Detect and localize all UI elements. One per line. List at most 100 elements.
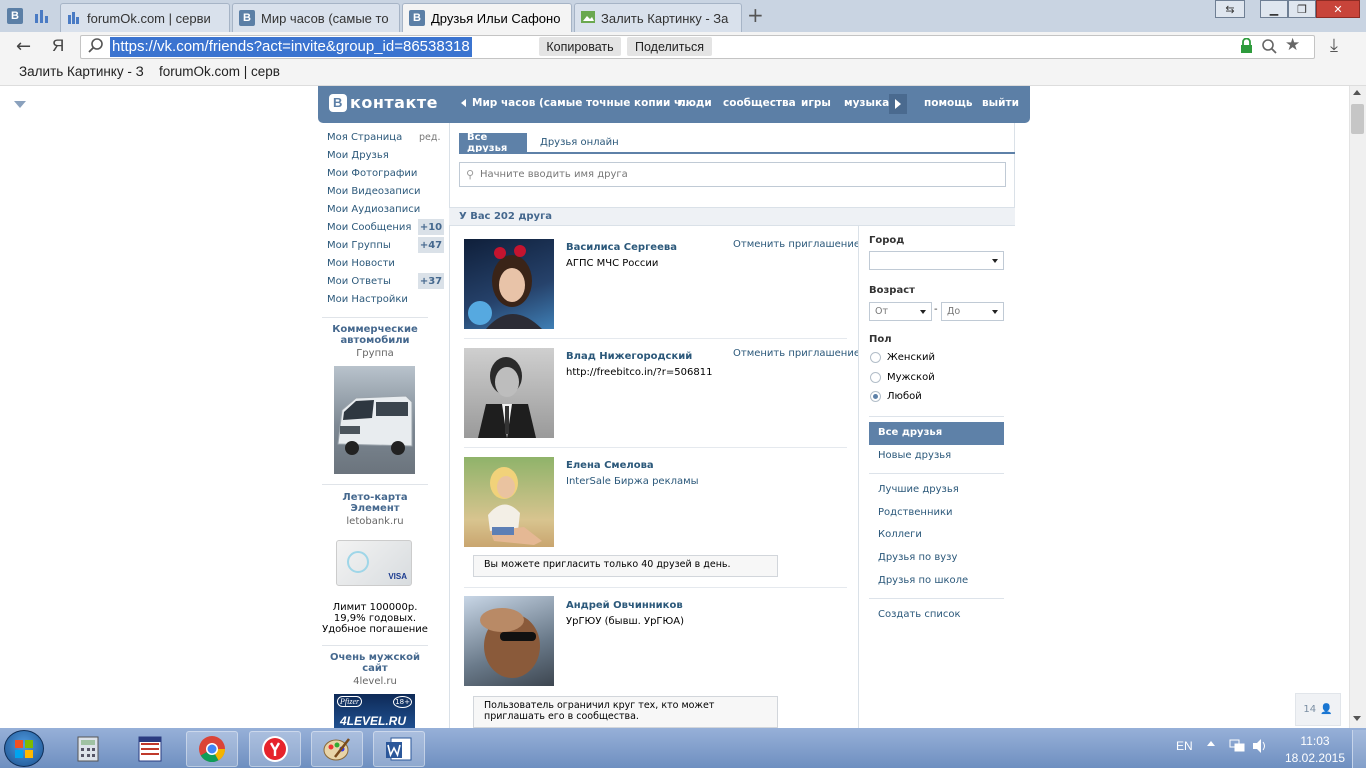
ad-4level-banner[interactable]: Pfizer 18+ 4LEVEL.RU: [334, 694, 415, 728]
menu-my-page[interactable]: Моя Страница: [327, 132, 402, 143]
list-new-friends[interactable]: Новые друзья: [878, 450, 951, 461]
scrollbar-thumb[interactable]: [1351, 104, 1364, 134]
menu-my-groups[interactable]: Мои Группы: [327, 240, 391, 251]
download-icon[interactable]: ⤓: [1330, 35, 1338, 56]
tab-upload-image[interactable]: Залить Картинку - За: [574, 3, 742, 32]
nav-music[interactable]: музыка: [844, 97, 889, 109]
taskbar-word[interactable]: [373, 731, 425, 767]
cancel-invite-link[interactable]: Отменить приглашение: [733, 239, 860, 250]
friend-name[interactable]: Влад Нижегородский: [566, 351, 692, 362]
friend-photo[interactable]: [464, 348, 554, 438]
menu-my-answers[interactable]: Мои Ответы: [327, 276, 391, 287]
radio-any-label[interactable]: Любой: [887, 391, 922, 402]
vk-logo[interactable]: В контакте: [329, 93, 438, 112]
radio-female[interactable]: [870, 352, 881, 363]
age-to-select[interactable]: До: [941, 302, 1004, 321]
nav-communities[interactable]: сообщества: [723, 97, 796, 109]
ad-title[interactable]: Коммерческие автомобили: [322, 324, 428, 346]
new-tab-plus-icon[interactable]: +: [747, 5, 764, 25]
url-text[interactable]: https://vk.com/friends?act=invite&group_…: [110, 37, 472, 57]
tab-all-friends[interactable]: Все друзья: [459, 132, 527, 154]
radio-any[interactable]: [870, 391, 881, 402]
pinned-tab-stats[interactable]: [30, 4, 54, 28]
language-indicator[interactable]: EN: [1176, 739, 1193, 753]
nav-logout[interactable]: выйти: [982, 97, 1019, 109]
cancel-invite-link[interactable]: Отменить приглашение: [733, 348, 860, 359]
list-colleagues[interactable]: Коллеги: [878, 529, 922, 540]
music-play-button[interactable]: [889, 94, 907, 114]
tray-expand-icon[interactable]: [1207, 741, 1215, 746]
maximize-icon[interactable]: ❐: [1288, 0, 1316, 18]
messages-count-badge[interactable]: +10: [418, 219, 444, 235]
list-relatives[interactable]: Родственники: [878, 507, 953, 518]
create-list-link[interactable]: Создать список: [878, 609, 961, 620]
clock-time[interactable]: 11:03: [1294, 734, 1336, 748]
list-best-friends[interactable]: Лучшие друзья: [878, 484, 959, 495]
ad-title[interactable]: Лето-карта Элемент: [322, 492, 428, 514]
list-university-friends[interactable]: Друзья по вузу: [878, 552, 957, 563]
taskbar-paint[interactable]: [311, 731, 363, 767]
taskbar-chrome[interactable]: [186, 731, 238, 767]
menu-my-audio[interactable]: Мои Аудиозаписи: [327, 204, 420, 215]
taskbar-notepad[interactable]: [124, 731, 176, 767]
nav-group-link[interactable]: Мир часов (самые точные копии ч...: [472, 97, 693, 109]
menu-my-photos[interactable]: Мои Фотографии: [327, 168, 417, 179]
friend-name[interactable]: Василиса Сергеева: [566, 242, 677, 253]
bookmark-star-icon[interactable]: ★: [1285, 35, 1300, 55]
scroll-up-icon[interactable]: [1353, 90, 1361, 95]
tab-forumok[interactable]: forumOk.com | серви: [60, 3, 230, 32]
expand-arrow-icon[interactable]: [14, 101, 26, 108]
taskbar-calculator[interactable]: [62, 731, 114, 767]
tab-friends[interactable]: B Друзья Ильи Сафоно: [402, 3, 572, 32]
friend-photo[interactable]: [464, 239, 554, 329]
menu-my-news[interactable]: Мои Новости: [327, 258, 395, 269]
clock-date[interactable]: 18.02.2015: [1282, 751, 1348, 765]
menu-my-settings[interactable]: Мои Настройки: [327, 294, 408, 305]
ad-van-image[interactable]: [334, 366, 415, 474]
share-button[interactable]: Поделиться: [627, 37, 712, 56]
minimize-icon[interactable]: ▁: [1260, 0, 1288, 18]
list-school-friends[interactable]: Друзья по школе: [878, 575, 968, 586]
browser-menu-icon[interactable]: ⇆: [1215, 0, 1245, 18]
pinned-tab-vk[interactable]: B: [3, 4, 27, 28]
online-counter[interactable]: 14 👤: [1295, 693, 1341, 726]
tab-watches[interactable]: B Мир часов (самые то: [232, 3, 400, 32]
menu-my-messages[interactable]: Мои Сообщения: [327, 222, 411, 233]
friend-photo[interactable]: [464, 596, 554, 686]
friend-name[interactable]: Андрей Овчинников: [566, 600, 683, 611]
ad-title[interactable]: Очень мужской сайт: [322, 652, 428, 674]
age-from-select[interactable]: От: [869, 302, 932, 321]
ad-card-image[interactable]: VISA: [336, 540, 412, 586]
nav-help[interactable]: помощь: [924, 97, 973, 109]
radio-male-label[interactable]: Мужской: [887, 372, 935, 383]
volume-icon[interactable]: [1252, 738, 1268, 757]
copy-button[interactable]: Копировать: [539, 37, 621, 56]
show-desktop-button[interactable]: [1352, 730, 1366, 768]
friend-photo[interactable]: [464, 457, 554, 547]
list-all-friends-label[interactable]: Все друзья: [878, 427, 942, 438]
chevron-left-icon[interactable]: [461, 99, 466, 107]
scroll-down-icon[interactable]: [1353, 716, 1361, 721]
zoom-icon[interactable]: [1261, 38, 1277, 57]
tab-friends-online[interactable]: Друзья онлайн: [532, 133, 627, 152]
radio-male[interactable]: [870, 372, 881, 383]
network-icon[interactable]: [1229, 739, 1245, 756]
bookmark-item[interactable]: forumOk.com | серв: [159, 64, 280, 79]
answers-count-badge[interactable]: +37: [418, 273, 444, 289]
edit-link[interactable]: ред.: [419, 132, 440, 143]
radio-female-label[interactable]: Женский: [887, 352, 935, 363]
nav-games[interactable]: игры: [801, 97, 831, 109]
groups-count-badge[interactable]: +47: [418, 237, 444, 253]
taskbar-yandex[interactable]: [249, 731, 301, 767]
nav-people[interactable]: люди: [678, 97, 712, 109]
close-icon[interactable]: ✕: [1316, 0, 1360, 18]
start-button[interactable]: [4, 730, 44, 767]
city-select[interactable]: [869, 251, 1004, 270]
bookmark-item[interactable]: Залить Картинку - З: [19, 64, 144, 79]
vertical-scrollbar[interactable]: [1349, 86, 1366, 728]
back-arrow-icon[interactable]: ←: [16, 36, 31, 57]
friend-name[interactable]: Елена Смелова: [566, 460, 654, 471]
yandex-icon[interactable]: Я: [52, 36, 64, 56]
menu-my-friends[interactable]: Мои Друзья: [327, 150, 389, 161]
menu-my-videos[interactable]: Мои Видеозаписи: [327, 186, 420, 197]
